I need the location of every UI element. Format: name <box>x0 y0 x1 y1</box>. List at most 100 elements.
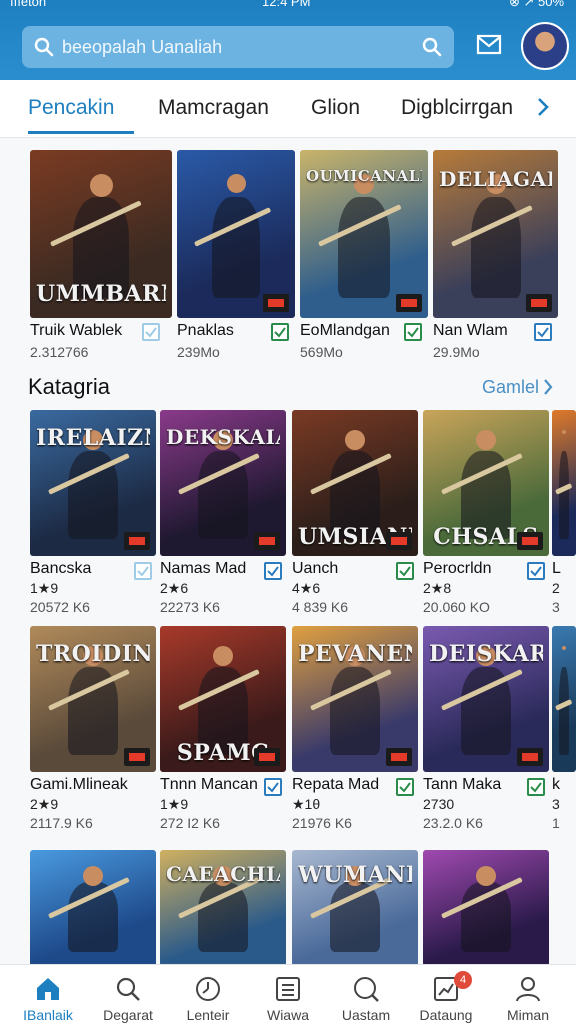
select-checkbox[interactable] <box>396 562 414 580</box>
game-rating: 3 <box>552 796 560 812</box>
nav-item-home[interactable]: IBanlaik <box>8 965 88 1024</box>
game-card[interactable] <box>30 850 156 966</box>
game-card[interactable]: PEVANEN Repata Mad ★1θ 21976 K6 <box>292 626 418 836</box>
tab-digblcirrgan[interactable]: Digblcirrgan <box>401 96 513 120</box>
nav-item-search[interactable]: Degarat <box>88 965 168 1024</box>
game-rating: 2★6 <box>160 580 189 596</box>
game-title: Namas Mad <box>160 560 247 577</box>
nav-label: IBanlaik <box>23 1007 73 1023</box>
select-checkbox[interactable] <box>142 323 160 341</box>
select-checkbox[interactable] <box>534 323 552 341</box>
select-checkbox[interactable] <box>264 778 282 796</box>
game-card[interactable]: SPAMC Tnnn Mancan 1★9 272 I2 K6 <box>160 626 286 836</box>
tab-glion[interactable]: Glion <box>311 96 360 120</box>
avatar[interactable] <box>521 22 569 70</box>
game-cover-art: CHSALS <box>423 410 549 556</box>
chevron-right-icon[interactable] <box>542 378 554 401</box>
nav-item-discover[interactable]: Uastam <box>326 965 406 1024</box>
section-title: Katagria <box>28 374 110 399</box>
cover-title-text: CAEACHIAN <box>166 862 280 886</box>
active-tab-indicator <box>28 131 134 134</box>
hero-head <box>562 430 566 434</box>
hero-head <box>90 174 113 197</box>
game-card[interactable]: L 2 3 <box>552 410 576 620</box>
nav-label: Miman <box>506 1007 549 1023</box>
game-size: 20572 K6 <box>30 599 90 615</box>
select-checkbox[interactable] <box>527 778 545 796</box>
select-checkbox[interactable] <box>396 778 414 796</box>
search-submit-icon[interactable] <box>422 37 442 62</box>
nav-item-explore[interactable]: Lenteir <box>168 965 248 1024</box>
game-card[interactable]: UMSIANEN Uanch 4★6 4 839 K6 <box>292 410 418 620</box>
nav-item-data[interactable]: 4 Dataung <box>406 965 486 1024</box>
tab-bar: Pencakin Mamcragan Glion Digblcirrgan <box>0 80 576 138</box>
battery-label: ⊗ ↗ 50% <box>508 0 564 9</box>
game-card[interactable]: DEKSKAIAN Namas Mad 2★6 22273 K6 <box>160 410 286 620</box>
nav-label: Degarat <box>103 1007 153 1023</box>
game-card[interactable]: TROIDIN Gami.Mlineak 2★9 2117.9 K6 <box>30 626 156 836</box>
game-title: Truik Wablek <box>30 322 123 339</box>
search-bar[interactable]: beeopalah Uanaliah <box>22 26 454 68</box>
search-circle-icon <box>352 975 380 1008</box>
game-size: 2117.9 K6 <box>30 815 93 831</box>
game-card[interactable]: k 3 1 <box>552 626 576 836</box>
publisher-badge <box>124 748 150 766</box>
search-input[interactable]: beeopalah Uanaliah <box>62 37 222 58</box>
nav-item-list[interactable]: Wiawa <box>248 965 328 1024</box>
cover-title-text: OUMICANALIGE <box>306 167 422 185</box>
game-title: EoMlandgan <box>300 322 390 339</box>
notification-badge: 4 <box>454 971 472 989</box>
publisher-badge <box>254 748 280 766</box>
section-see-all-link[interactable]: Gamlel <box>482 377 539 398</box>
app-screen: ıııeton 12:4 PM ⊗ ↗ 50% beeopalah Uanali… <box>0 0 576 1024</box>
select-checkbox[interactable] <box>264 562 282 580</box>
game-rating: 2★8 <box>423 580 452 596</box>
publisher-badge <box>254 532 280 550</box>
game-size: 569Mo <box>300 344 343 360</box>
select-checkbox[interactable] <box>134 562 152 580</box>
game-cover-art: WUMANIAN <box>292 850 418 966</box>
cover-title-text: PEVANEN <box>298 641 412 667</box>
game-card[interactable] <box>423 850 549 966</box>
carrier-label: ıııeton <box>10 0 47 9</box>
game-card[interactable]: CHSALS Perocrldn 2★8 20.060 KO <box>423 410 549 620</box>
hero-head <box>345 430 365 450</box>
select-checkbox[interactable] <box>404 323 422 341</box>
game-rating: 2★9 <box>30 796 59 812</box>
game-card[interactable]: IRELAIZN Bancska 1★9 20572 K6 <box>30 410 156 620</box>
game-cover-art: UMSIANEN <box>292 410 418 556</box>
game-cover-art: TROIDIN <box>30 626 156 772</box>
game-size: 1 <box>552 815 560 831</box>
select-checkbox[interactable] <box>271 323 289 341</box>
nav-label: Wiawa <box>266 1007 309 1023</box>
tab-pencakin[interactable]: Pencakin <box>28 96 114 120</box>
search-icon <box>34 37 54 62</box>
hero-head <box>562 646 566 650</box>
game-size: 20.060 KO <box>423 599 490 615</box>
game-title: L <box>552 560 561 577</box>
cover-title-text: UMMBARN <box>36 281 166 307</box>
hero-figure <box>559 451 569 539</box>
game-cover-art: DELIAGAIN <box>433 150 558 318</box>
game-size: 29.9Mo <box>433 344 480 360</box>
game-card[interactable]: DEISKARN Tann Maka 2730 23.2.0 K6 <box>423 626 549 836</box>
game-card[interactable]: WUMANIAN <box>292 850 418 966</box>
chevron-right-icon[interactable] <box>536 96 550 123</box>
game-title: Repata Mad <box>292 776 380 793</box>
select-checkbox[interactable] <box>527 562 545 580</box>
game-title: Pnaklas <box>177 322 234 339</box>
game-size: 239Mo <box>177 344 220 360</box>
game-cover-art <box>552 626 576 772</box>
game-size: 21976 K6 <box>292 815 352 831</box>
cover-title-text: DEKSKAIAN <box>166 425 280 449</box>
game-card[interactable]: CAEACHIAN <box>160 850 286 966</box>
tab-mamcragan[interactable]: Mamcragan <box>158 96 269 120</box>
game-cover-art: UMMBARN <box>30 150 172 318</box>
nav-item-profile[interactable]: Miman <box>488 965 568 1024</box>
game-cover-art <box>552 410 576 556</box>
status-bar: ıııeton 12:4 PM ⊗ ↗ 50% <box>0 0 576 10</box>
person-icon <box>514 975 542 1008</box>
mail-icon[interactable] <box>476 34 502 61</box>
game-title: Tann Maka <box>423 776 502 793</box>
game-cover-art: DEISKARN <box>423 626 549 772</box>
